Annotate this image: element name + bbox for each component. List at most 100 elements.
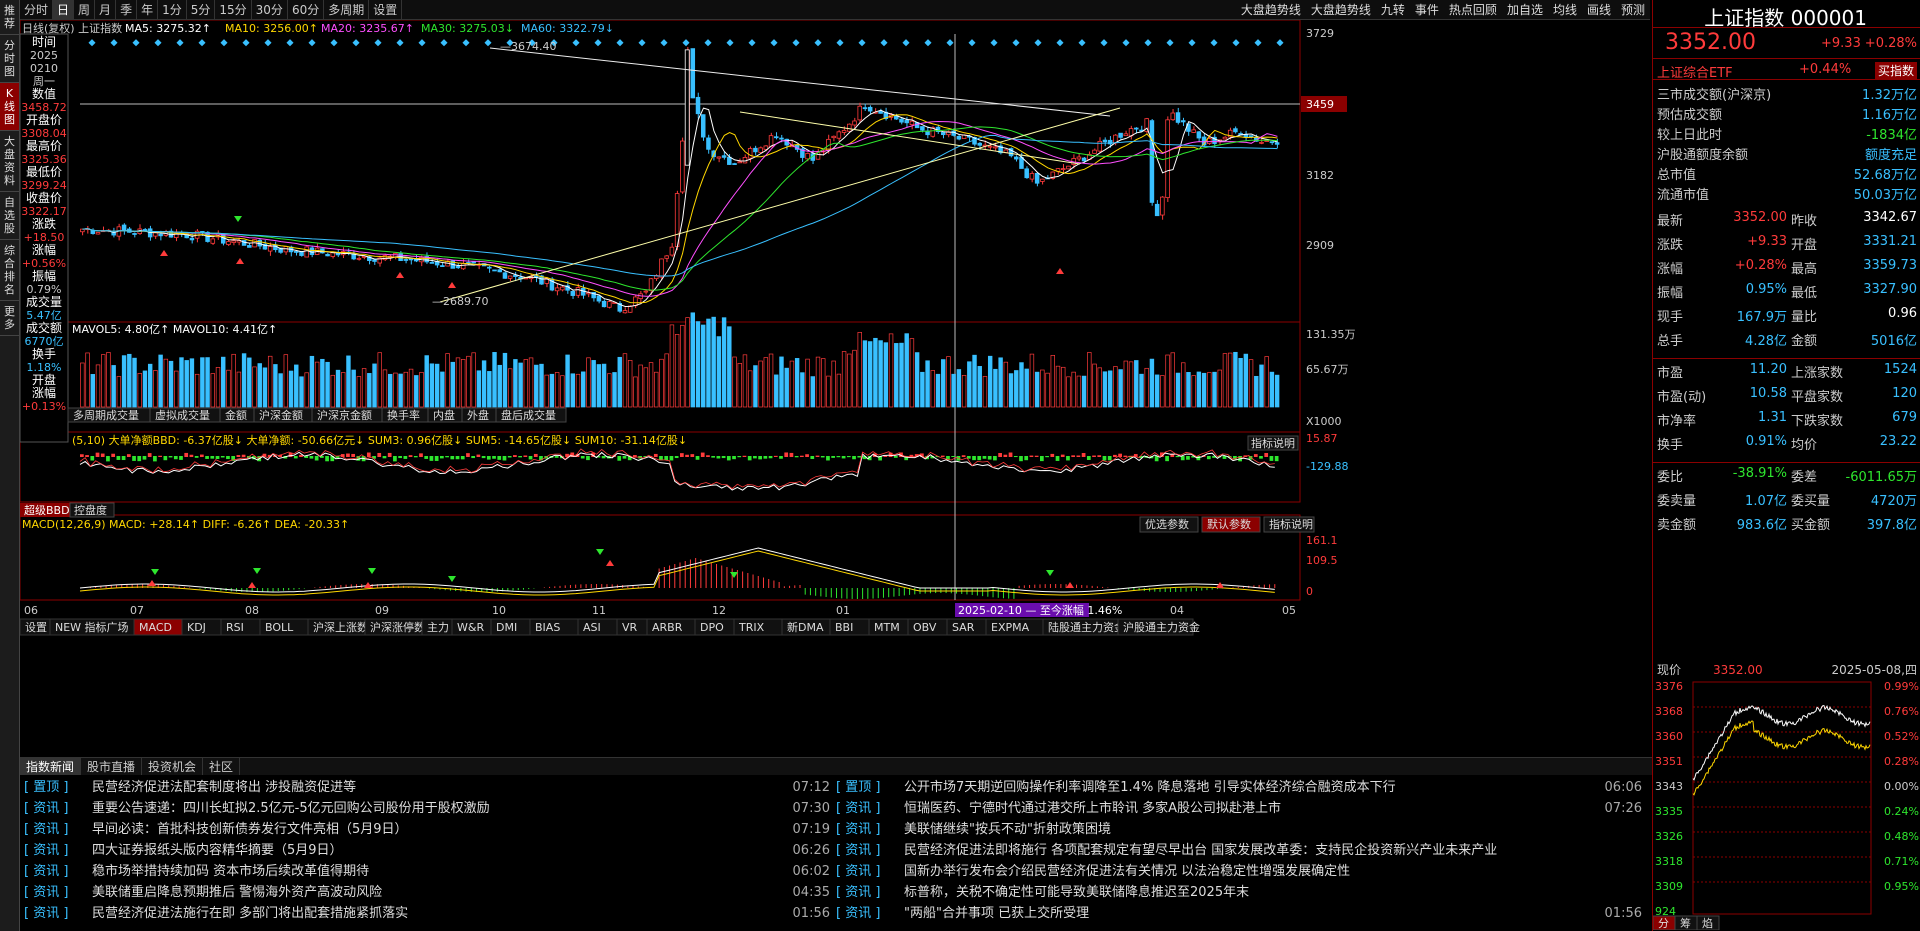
indicator-tab[interactable]: BBI <box>835 621 853 634</box>
toolbar-tool[interactable]: 预测 <box>1616 1 1650 18</box>
vnav-item[interactable]: 分时图 <box>0 35 19 83</box>
period-tab[interactable]: 多周期 <box>324 0 370 20</box>
news-item[interactable]: [ 资讯 ] 民营经济促进法施行在即 多部门将出配套措施紧抓落实 01:56 <box>24 903 836 924</box>
indicator-tab[interactable]: 沪股通主力资金 <box>1123 620 1200 634</box>
indicator-tab[interactable]: DPO <box>700 621 724 634</box>
news-item[interactable]: [ 资讯 ] "两船"合并事项 已获上交所受理 01:56 <box>836 903 1648 924</box>
period-tab[interactable]: 5分 <box>187 0 216 20</box>
svg-text:+0.13%: +0.13% <box>22 400 66 413</box>
indicator-tab[interactable]: 主力 <box>427 621 449 634</box>
news-item[interactable]: [ 资讯 ] 早间必读：首批科技创新债券发行文件亮相（5月9日） 07:19 <box>24 819 836 840</box>
toolbar-tool[interactable]: 加自选 <box>1502 1 1548 18</box>
indicator-tab[interactable]: 陆股通主力资金 <box>1048 620 1125 634</box>
macd-button[interactable]: 优选参数 <box>1145 517 1189 531</box>
period-tab[interactable]: 30分 <box>252 0 288 20</box>
toolbar-tool[interactable]: 大盘趋势线 <box>1306 1 1376 18</box>
buy-index-button[interactable]: 买指数 <box>1874 62 1917 79</box>
period-tab[interactable]: 设置 <box>369 0 403 20</box>
toolbar-tool[interactable]: 大盘趋势线 <box>1236 1 1306 18</box>
toolbar-tool[interactable]: 画线 <box>1582 1 1616 18</box>
vol-tab[interactable]: 外盘 <box>467 408 489 422</box>
vnav-item[interactable]: 自选股 <box>0 192 19 240</box>
news-item[interactable]: [ 资讯 ] 重要公告速递：四川长虹拟2.5亿元-5亿元回购公司股份用于股权激励 0… <box>24 798 836 819</box>
indicator-tab[interactable]: ASI <box>583 621 601 634</box>
indicator-tab[interactable]: BOLL <box>265 621 294 634</box>
period-tab[interactable]: 月 <box>95 0 117 20</box>
news-tab[interactable]: 投资机会 <box>142 758 204 775</box>
vol-tab[interactable]: 换手率 <box>387 408 420 422</box>
news-tab[interactable]: 股市直播 <box>81 758 143 775</box>
vol-tab[interactable]: 多周期成交量 <box>73 408 139 422</box>
macd-button[interactable]: 指标说明 <box>1269 517 1313 531</box>
svg-text:3326: 3326 <box>1655 830 1683 843</box>
indicator-tab[interactable]: 沪深涨停数 <box>370 620 425 634</box>
bbd-tab[interactable]: 控盘度 <box>74 503 107 517</box>
news-item[interactable]: [ 资讯 ] 稳市场举措持续加码 资本市场后续改革值得期待 06:02 <box>24 861 836 882</box>
news-item[interactable]: [ 资讯 ] 国新办举行发布会介绍民营经济促进法有关情况 以法治稳定性增强发展确定… <box>836 861 1648 882</box>
indicator-tab[interactable]: BIAS <box>535 621 560 634</box>
indicator-tab[interactable]: EXPMA <box>991 621 1030 634</box>
vnav-item[interactable]: K线图 <box>0 83 19 131</box>
indicator-tab[interactable]: 沪深上涨数 <box>313 620 368 634</box>
svg-text:最低价: 最低价 <box>26 165 62 179</box>
indicator-tab[interactable]: 设置 <box>25 621 47 634</box>
macd-button[interactable]: 默认参数 <box>1207 517 1251 531</box>
news-item[interactable]: [ 资讯 ] 美联储继续"按兵不动"折射政策困境 <box>836 819 1648 840</box>
vol-tab[interactable]: 沪深京金额 <box>317 408 372 422</box>
news-tab[interactable]: 指数新闻 <box>20 758 82 775</box>
etf-link[interactable]: 上证综合ETF <box>1657 62 1733 81</box>
indicator-tab[interactable]: 新DMA <box>787 620 824 634</box>
ma-ma30: MA30: 3275.03↓ <box>421 22 514 35</box>
toolbar-tool[interactable]: 事件 <box>1410 1 1444 18</box>
intraday-tab[interactable]: 分 <box>1658 917 1669 930</box>
news-item[interactable]: [ 资讯 ] 美联储重启降息预期推后 警惕海外资产高波动风险 04:35 <box>24 882 836 903</box>
bbd-tab[interactable]: 超级BBD <box>24 503 70 517</box>
vol-tab[interactable]: 沪深金额 <box>259 408 303 422</box>
period-tab[interactable]: 周 <box>74 0 96 20</box>
vol-tab[interactable]: 金额 <box>225 408 247 422</box>
toolbar-tool[interactable]: 九转 <box>1376 1 1410 18</box>
toolbar-tool[interactable]: 均线 <box>1548 1 1582 18</box>
indicator-tab[interactable]: ARBR <box>652 621 683 634</box>
news-item[interactable]: [ 资讯 ] 恒瑞医药、宁德时代通过港交所上市聆讯 多家A股公司拟赴港上市 07:2… <box>836 798 1648 819</box>
period-tab[interactable]: 日 <box>53 0 75 20</box>
news-item[interactable]: [ 资讯 ] 标普称，关税不确定性可能导致美联储降息推迟至2025年末 <box>836 882 1648 903</box>
indicator-tab[interactable]: W&R <box>457 621 484 634</box>
period-tab[interactable]: 15分 <box>215 0 252 20</box>
indicator-tab[interactable]: DMI <box>496 621 517 634</box>
indicator-tab[interactable]: MACD <box>139 621 172 634</box>
intraday-tab[interactable]: 筹 <box>1680 916 1691 930</box>
intraday-chart[interactable]: 现价 3352.00 2025-05-08,四 3376 3368 3360 3351 334… <box>1653 660 1920 930</box>
news-item[interactable]: [ 资讯 ] 民营经济促进法即将施行 各项配套规定有望尽早出台 国家发展改革委：支… <box>836 840 1648 861</box>
news-item[interactable]: [ 资讯 ] 四大证券报纸头版内容精华摘要（5月9日） 06:26 <box>24 840 836 861</box>
vnav-item[interactable]: 大盘资料 <box>0 131 19 192</box>
indicator-help-button[interactable]: 指标说明 <box>1251 436 1295 450</box>
news-item[interactable]: [ 置顶 ] 公开市场7天期逆回购操作利率调降至1.4% 降息落地 引导实体经济综… <box>836 777 1648 798</box>
vnav-item[interactable]: 综合排名 <box>0 240 19 301</box>
svg-text:3351: 3351 <box>1655 755 1683 768</box>
indicator-tab[interactable]: MTM <box>874 621 900 634</box>
indicator-tab[interactable]: TRIX <box>738 621 765 634</box>
news-tab[interactable]: 社区 <box>203 758 241 775</box>
indicator-tab[interactable]: NEW 指标广场 <box>55 620 129 634</box>
kline-chart-area[interactable]: 日线(复权) 上证指数 MA5: 3275.32↑ MA10: 3256.00↑ MA… <box>20 20 1652 757</box>
stat-row: 预估成交额 1.16万亿 <box>1657 108 1917 123</box>
period-tab[interactable]: 年 <box>137 0 159 20</box>
indicator-tab[interactable]: RSI <box>226 621 244 634</box>
vol-tab[interactable]: 盘后成交量 <box>501 408 556 422</box>
indicator-tab[interactable]: VR <box>622 621 638 634</box>
period-tab[interactable]: 60分 <box>288 0 325 20</box>
indicator-tab[interactable]: KDJ <box>187 621 206 634</box>
vnav-item[interactable]: 更多 <box>0 301 19 336</box>
period-tab[interactable]: 分时 <box>20 0 54 20</box>
vol-tab[interactable]: 内盘 <box>433 408 455 422</box>
vnav-item[interactable]: 推荐 <box>0 0 19 35</box>
toolbar-tool[interactable]: 热点回顾 <box>1444 1 1502 18</box>
period-tab[interactable]: 1分 <box>158 0 187 20</box>
intraday-tab[interactable]: 焰 <box>1702 916 1713 930</box>
period-tab[interactable]: 季 <box>116 0 138 20</box>
news-item[interactable]: [ 置顶 ] 民营经济促进法配套制度将出 涉投融资促进等 07:12 <box>24 777 836 798</box>
vol-tab[interactable]: 虚拟成交量 <box>155 408 210 422</box>
indicator-tab[interactable]: SAR <box>952 621 975 634</box>
indicator-tab[interactable]: OBV <box>913 621 937 634</box>
